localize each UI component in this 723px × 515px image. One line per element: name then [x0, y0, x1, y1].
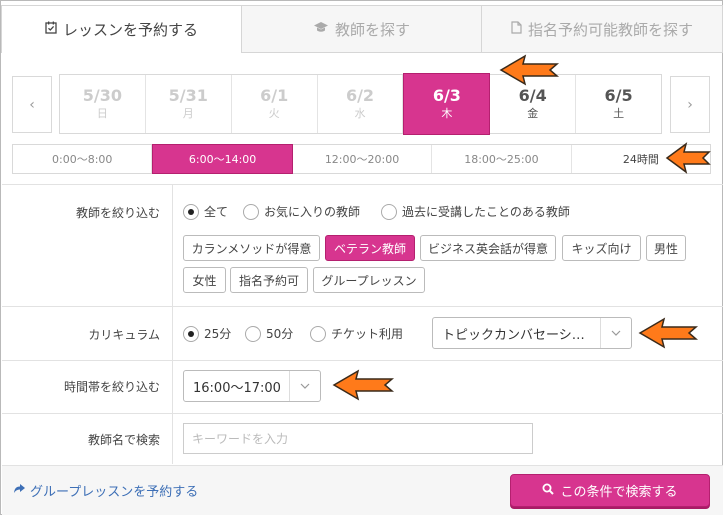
chip-for-kids[interactable]: キッズ向け: [562, 235, 641, 261]
chevron-down-icon: [600, 318, 631, 348]
teacher-filter-radio-past[interactable]: 過去に受講したことのある教師: [381, 203, 570, 220]
radio-dot: [245, 325, 261, 342]
radio-label: 50分: [266, 327, 294, 341]
select-value: トピックカンバセーシ…: [442, 327, 585, 343]
link-label: グループレッスンを予約する: [30, 485, 199, 500]
time-range-selector: 0:00〜8:00 6:00〜14:00 12:00〜20:00 18:00〜2…: [12, 144, 711, 174]
tab-find-teacher[interactable]: 教師を探す: [241, 5, 482, 53]
date-weekday: 金: [527, 107, 539, 120]
annotation-arrow-icon: [665, 142, 711, 174]
date-selector: 5/30 日 5/31 月 6/1 火 6/2 水 6/3 木 6/4 金 6/5 土: [59, 73, 662, 135]
graduation-cap-icon: [313, 21, 329, 37]
teacher-name-label: 教師名で検索: [87, 433, 160, 447]
teacher-filter-radio-all[interactable]: 全て: [183, 203, 228, 220]
radio-label: 過去に受講したことのある教師: [402, 205, 570, 219]
search-button-label: この条件で検索する: [560, 485, 678, 500]
tab-label: 指名予約可能教師を探す: [527, 20, 693, 39]
radio-dot: [381, 203, 397, 220]
curriculum-radio-ticket[interactable]: チケット利用: [310, 325, 403, 342]
row-divider: [2, 413, 723, 414]
radio-dot: [243, 203, 259, 220]
date-weekday: 木: [441, 107, 453, 120]
curriculum-radio-50min[interactable]: 50分: [245, 325, 293, 342]
radio-label: 全て: [204, 205, 229, 219]
time-range-option[interactable]: 0:00〜8:00: [13, 145, 153, 173]
date-number: 6/5: [604, 86, 633, 105]
label-column-divider: [172, 184, 173, 464]
chip-group-lesson[interactable]: グループレッスン: [313, 267, 425, 293]
radio-dot: [310, 325, 326, 342]
tab-divider: [241, 52, 722, 53]
date-number: 6/4: [518, 86, 547, 105]
row-divider: [2, 306, 723, 307]
date-weekday: 日: [96, 107, 108, 120]
tab-reserve-lesson[interactable]: レッスンを予約する: [1, 5, 242, 53]
time-range-option-selected[interactable]: 6:00〜14:00: [152, 144, 293, 174]
date-weekday: 火: [268, 107, 280, 120]
chip-callan-method[interactable]: カランメソッドが得意: [183, 235, 320, 261]
chevron-left-icon: ‹: [29, 96, 35, 113]
curriculum-radio-25min[interactable]: 25分: [183, 325, 231, 342]
reservation-panel: レッスンを予約する 教師を探す 指名予約可能教師を探す ‹ 5/30 日 5/31…: [0, 0, 723, 515]
document-icon: [511, 20, 522, 38]
curriculum-select[interactable]: トピックカンバセーシ…: [432, 317, 632, 349]
chevron-right-icon: ›: [687, 96, 693, 113]
date-number: 5/31: [168, 86, 208, 105]
radio-label: チケット利用: [331, 327, 404, 341]
tab-label: 教師を探す: [334, 20, 410, 39]
share-arrow-icon: [13, 483, 26, 498]
chip-business-english[interactable]: ビジネス英会話が得意: [420, 235, 556, 261]
keyword-input[interactable]: [183, 423, 533, 454]
chip-female[interactable]: 女性: [183, 267, 226, 293]
search-icon: [542, 483, 555, 498]
date-cell[interactable]: 6/2 水: [318, 75, 404, 133]
group-lesson-link[interactable]: グループレッスンを予約する: [13, 481, 198, 500]
date-cell-selected[interactable]: 6/3 木: [403, 73, 491, 135]
annotation-arrow-icon: [638, 317, 699, 349]
curriculum-label: カリキュラム: [88, 328, 160, 342]
prev-week-button[interactable]: ‹: [12, 76, 52, 133]
next-week-button[interactable]: ›: [670, 76, 710, 133]
time-slot-select[interactable]: 16:00〜17:00: [183, 370, 321, 402]
time-range-option[interactable]: 18:00〜25:00: [432, 145, 572, 173]
date-cell[interactable]: 6/1 火: [232, 75, 318, 133]
date-cell[interactable]: 5/31 月: [146, 75, 232, 133]
row-divider: [2, 360, 723, 361]
date-cell[interactable]: 6/5 土: [576, 75, 661, 133]
date-number: 5/30: [82, 86, 123, 105]
chip-veteran-teacher[interactable]: ベテラン教師: [325, 235, 415, 261]
radio-label: お気に入りの教師: [264, 205, 361, 219]
date-weekday: 月: [182, 107, 194, 120]
select-value: 16:00〜17:00: [193, 380, 281, 396]
row-divider: [2, 184, 723, 185]
date-number: 6/1: [260, 86, 289, 105]
search-button[interactable]: この条件で検索する: [510, 474, 710, 507]
date-cell[interactable]: 5/30 日: [60, 75, 146, 133]
date-number: 6/2: [345, 86, 375, 105]
teacher-filter-radio-favorite[interactable]: お気に入りの教師: [243, 203, 360, 220]
tab-label: レッスンを予約する: [62, 21, 198, 39]
calendar-check-icon: [45, 21, 57, 38]
time-slot-label: 時間帯を絞り込む: [63, 380, 160, 394]
teacher-filter-label: 教師を絞り込む: [75, 206, 160, 220]
time-range-option[interactable]: 12:00〜20:00: [293, 145, 433, 173]
radio-dot: [183, 203, 199, 220]
annotation-arrow-icon: [499, 54, 560, 86]
tab-find-nominatable-teacher[interactable]: 指名予約可能教師を探す: [481, 5, 723, 53]
chip-male[interactable]: 男性: [646, 235, 686, 261]
radio-dot: [183, 325, 199, 342]
chevron-down-icon: [289, 371, 320, 401]
date-weekday: 水: [354, 107, 366, 120]
date-number: 6/3: [432, 86, 461, 105]
chip-nomination-available[interactable]: 指名予約可: [230, 267, 308, 293]
date-weekday: 土: [613, 107, 625, 120]
annotation-arrow-icon: [332, 369, 395, 401]
tab-bar: レッスンを予約する 教師を探す 指名予約可能教師を探す: [1, 1, 723, 53]
radio-label: 25分: [204, 327, 232, 341]
